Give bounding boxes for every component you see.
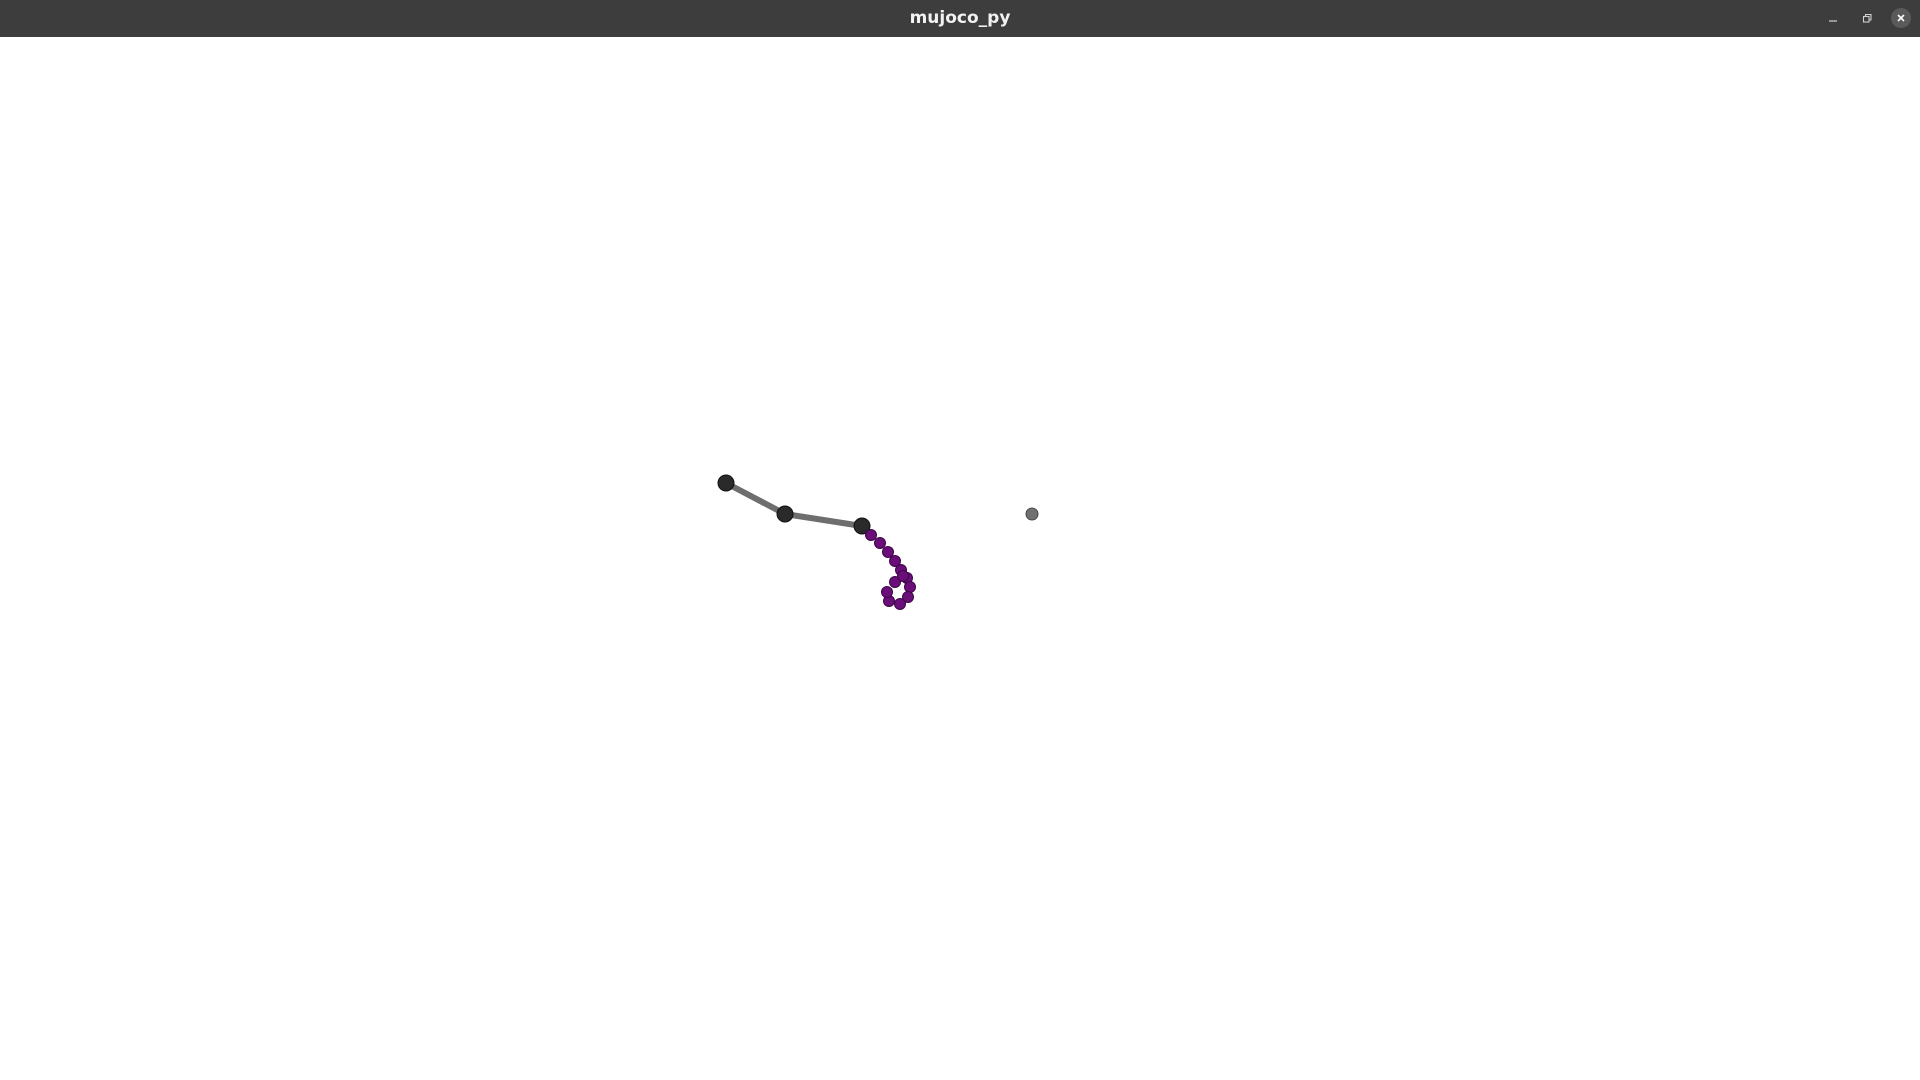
arm-link-2	[782, 511, 865, 529]
rope-bead	[882, 546, 894, 558]
window-title: mujoco_py	[909, 8, 1011, 28]
maximize-button[interactable]	[1857, 8, 1877, 28]
close-button[interactable]	[1891, 8, 1911, 28]
minimize-icon	[1829, 20, 1837, 22]
arm-link-1	[723, 480, 788, 517]
title-bar[interactable]: mujoco_py	[0, 0, 1920, 37]
close-icon	[1897, 14, 1905, 22]
arm-joint-base	[717, 474, 735, 492]
simulation-viewport[interactable]	[0, 37, 1920, 1080]
minimize-button[interactable]	[1823, 8, 1843, 28]
rope-bead	[874, 537, 886, 549]
maximize-icon	[1862, 13, 1872, 23]
rope-bead	[881, 586, 893, 598]
rope-bead	[904, 581, 916, 593]
arm-joint-elbow	[776, 505, 794, 523]
app-window: mujoco_py	[0, 0, 1920, 1080]
rope-bead	[897, 570, 909, 582]
robot-arm	[717, 474, 871, 535]
target-marker	[1025, 507, 1039, 521]
rope-bead	[894, 598, 906, 610]
simulation-scene	[717, 474, 1039, 610]
rope	[865, 529, 916, 610]
rope-bead	[865, 529, 877, 541]
